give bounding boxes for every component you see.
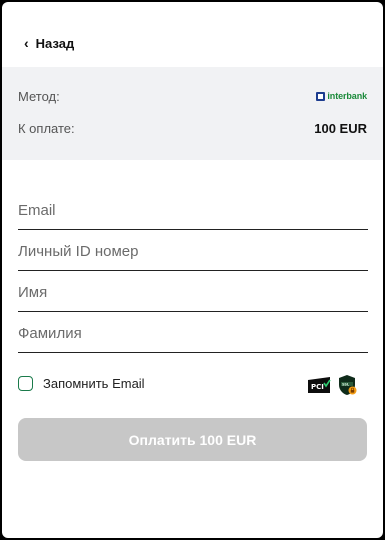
chevron-left-icon: ‹	[24, 35, 29, 51]
remember-email-checkbox[interactable]	[18, 376, 33, 391]
interbank-logo-text: interbank	[327, 91, 367, 101]
personal-id-field	[18, 229, 368, 271]
back-label: Назад	[35, 35, 75, 51]
amount-label: К оплате:	[18, 120, 75, 136]
personal-id-input[interactable]	[18, 243, 368, 260]
first-name-input[interactable]	[18, 284, 368, 301]
svg-text:PCI: PCI	[311, 383, 324, 391]
pay-button[interactable]: Оплатить 100 EUR	[18, 418, 367, 461]
email-input[interactable]	[18, 202, 368, 219]
last-name-input[interactable]	[18, 325, 368, 342]
amount-value: 100 EUR	[314, 120, 367, 136]
back-button[interactable]: ‹ Назад	[24, 34, 74, 52]
interbank-logo: interbank	[316, 91, 367, 101]
interbank-logo-icon	[316, 91, 326, 101]
last-name-field	[18, 311, 368, 353]
payment-summary: Метод: interbank К оплате: 100 EUR	[2, 67, 383, 160]
security-badges: PCI SSL	[307, 374, 358, 396]
email-field	[18, 188, 368, 230]
amount-row: К оплате: 100 EUR	[18, 118, 367, 138]
remember-email-option[interactable]: Запомнить Email	[18, 376, 145, 391]
first-name-field	[18, 270, 368, 312]
ssl-shield-icon: SSL	[339, 375, 357, 395]
payment-panel: ‹ Назад Метод: interbank К оплате: 100 E…	[2, 2, 383, 538]
method-row: Метод: interbank	[18, 86, 367, 106]
svg-text:SSL: SSL	[342, 383, 350, 387]
remember-email-label: Запомнить Email	[43, 376, 145, 391]
pci-dss-badge-icon: PCI	[308, 377, 331, 393]
method-label: Метод:	[18, 88, 60, 104]
